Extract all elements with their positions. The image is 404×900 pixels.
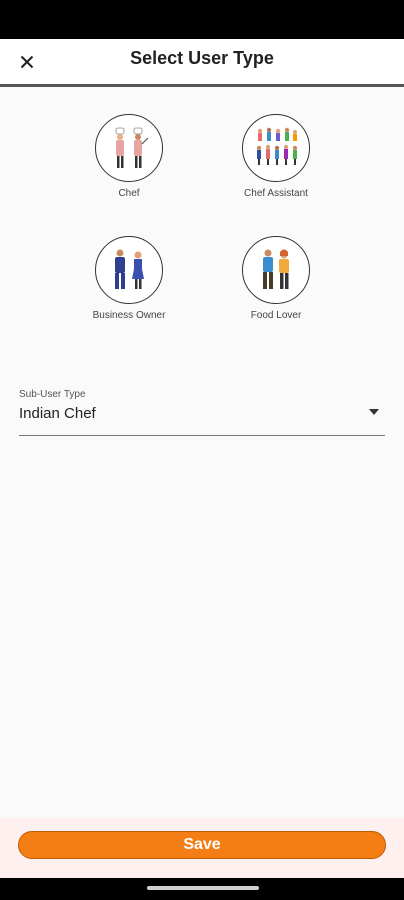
sub-user-type-label: Sub-User Type: [19, 389, 86, 400]
chef-illustration-icon: [115, 127, 149, 168]
footer: Save: [0, 818, 404, 878]
user-type-chef[interactable]: Chef: [69, 114, 189, 199]
status-bar: [0, 0, 404, 39]
business-owner-illustration-icon: [115, 249, 144, 289]
navigation-bar: [0, 878, 404, 900]
chef-assistant-avatar: [242, 114, 310, 182]
home-indicator[interactable]: [147, 886, 259, 890]
app-bar: Select User Type: [0, 39, 404, 87]
user-type-label: Food Lover: [250, 310, 302, 321]
dropdown-arrow-icon: [369, 409, 379, 415]
user-type-food-lover[interactable]: Food Lover: [216, 236, 336, 321]
user-type-label: Chef Assistant: [244, 188, 308, 199]
user-type-business-owner[interactable]: Business Owner: [69, 236, 189, 321]
save-button[interactable]: Save: [18, 831, 386, 859]
user-type-chef-assistant[interactable]: Chef Assistant: [216, 114, 336, 199]
food-lover-illustration-icon: [263, 249, 289, 289]
user-type-label: Chef: [118, 188, 140, 199]
sub-user-type-dropdown[interactable]: Sub-User Type Indian Chef: [19, 389, 385, 436]
sub-user-type-value: Indian Chef: [19, 405, 96, 422]
food-lover-avatar: [242, 236, 310, 304]
chef-avatar: [95, 114, 163, 182]
user-type-label: Business Owner: [92, 310, 166, 321]
business-owner-avatar: [95, 236, 163, 304]
chef-assistant-illustration-icon: [256, 127, 298, 165]
page-title: Select User Type: [130, 48, 274, 68]
